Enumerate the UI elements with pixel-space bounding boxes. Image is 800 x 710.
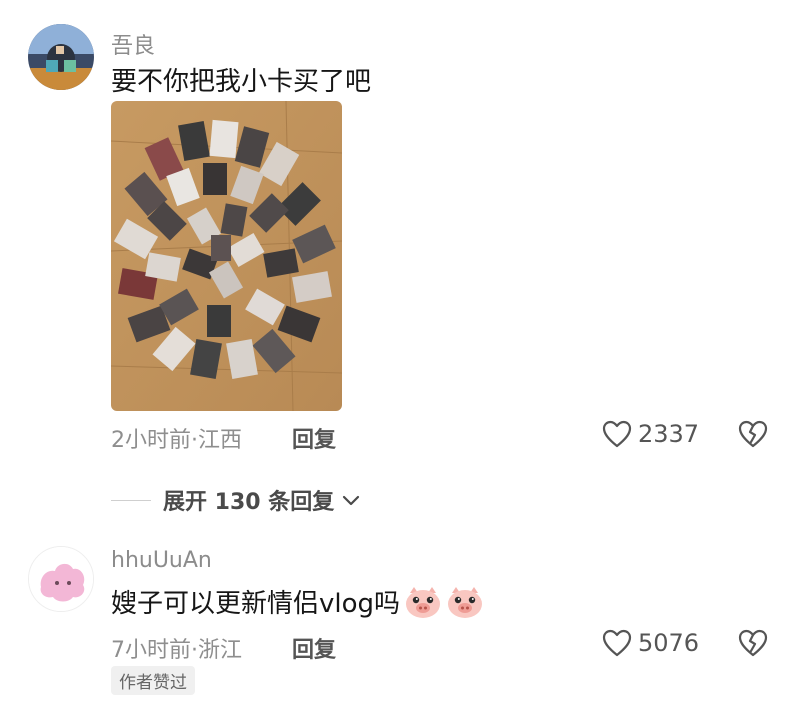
comment-item: 吾良 要不你把我小卡买了吧 2小时前·江西 回复 2337 展开 130 条回复 [0, 0, 800, 520]
comment-text: 要不你把我小卡买了吧 [111, 67, 372, 97]
comment-time-location: 2小时前·江西 [111, 428, 242, 453]
expand-replies-button[interactable]: 展开 130 条回复 [111, 484, 362, 516]
comment-text: 嫂子可以更新情侣vlog吗 [111, 583, 484, 620]
dislike-button[interactable] [738, 629, 768, 661]
reply-button[interactable]: 回复 [292, 422, 336, 454]
like-count: 2337 [638, 420, 700, 448]
broken-heart-icon [738, 629, 768, 657]
reply-button[interactable]: 回复 [292, 632, 336, 664]
broken-heart-icon [738, 420, 768, 448]
comment-text-body: 嫂子可以更新情侣vlog吗 [111, 589, 401, 619]
pig-face-icon [448, 586, 483, 618]
heart-icon [602, 420, 632, 448]
heart-icon [602, 629, 632, 657]
avatar[interactable] [28, 546, 94, 612]
author-liked-badge: 作者赞过 [111, 666, 195, 695]
expand-replies-label: 展开 130 条回复 [163, 490, 335, 515]
username[interactable]: hhuUuAn [111, 548, 212, 573]
dislike-button[interactable] [738, 420, 768, 452]
pig-face-icon [406, 586, 441, 618]
like-button[interactable]: 5076 [602, 629, 699, 657]
chevron-down-icon [343, 495, 360, 506]
divider [111, 499, 151, 501]
username[interactable]: 吾良 [111, 28, 155, 60]
comment-time-location: 7小时前·浙江 [111, 638, 242, 663]
avatar[interactable] [28, 24, 94, 90]
like-button[interactable]: 2337 [602, 420, 699, 448]
like-count: 5076 [638, 629, 700, 657]
comment-photo[interactable] [111, 101, 342, 411]
